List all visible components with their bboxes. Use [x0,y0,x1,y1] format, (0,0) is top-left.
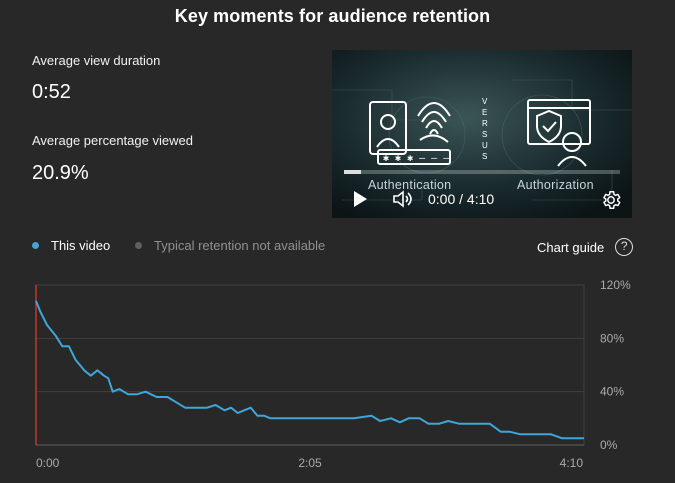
avg-percentage-viewed-value: 20.9% [32,162,89,184]
legend-typical-label: Typical retention not available [154,238,326,253]
avg-view-duration-value: 0:52 [32,81,71,103]
svg-text:✱ ✱ ✱ – – –: ✱ ✱ ✱ – – – [383,153,450,164]
x-tick-label: 4:10 [560,456,584,470]
y-tick-label: 0% [600,438,618,452]
progress-bar[interactable] [344,170,620,174]
progress-bar-fill [344,170,361,174]
page-title: Key moments for audience retention [174,6,491,26]
legend-typical-retention: Typical retention not available [135,238,325,253]
retention-series-line [35,300,584,440]
gear-icon[interactable] [600,189,622,211]
avg-view-duration-label: Average view duration [32,53,161,68]
legend-this-video-label: This video [51,238,111,253]
player-time: 0:00 / 4:10 [428,191,495,207]
avg-percentage-viewed-label: Average percentage viewed [32,133,193,148]
volume-icon[interactable] [392,190,414,208]
y-tick-label: 80% [600,331,624,345]
y-tick-label: 40% [600,385,624,399]
legend-this-video: This video [32,238,110,253]
legend-dot-typical [135,242,142,249]
chart-guide-link[interactable]: Chart guide ? [537,238,634,256]
video-player[interactable]: ✱ ✱ ✱ – – – VER SUS Authentication Autho… [332,50,632,218]
help-icon[interactable]: ? [615,238,634,256]
x-tick-label: 2:05 [298,456,322,470]
y-tick-label: 120% [600,278,631,292]
plot-frame [35,284,585,446]
retention-chart: 120% 80% 40% 0% 0:00 2:05 4:10 [35,278,631,470]
play-icon[interactable] [352,190,368,208]
legend-dot-this-video [32,242,39,249]
chart-guide-label: Chart guide [537,239,605,255]
thumbnail-caption-authorization: Authorization [517,178,594,192]
x-tick-label: 0:00 [36,456,60,470]
